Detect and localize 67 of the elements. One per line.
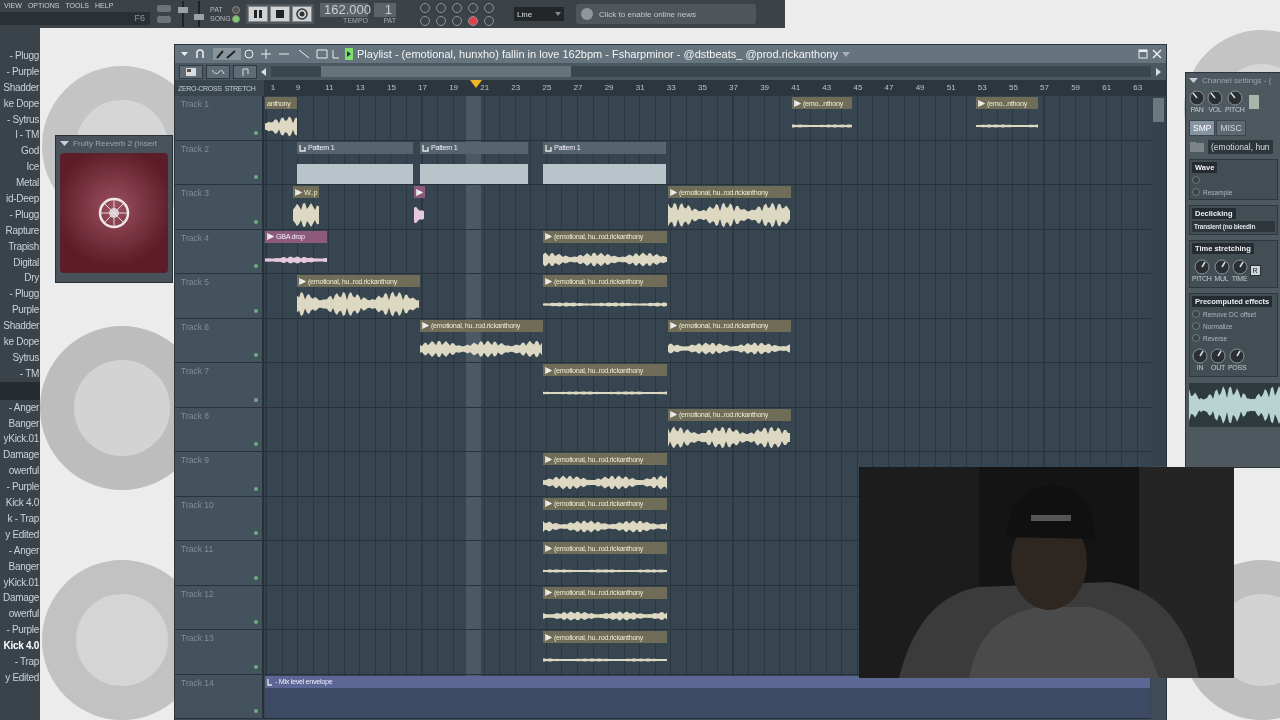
browser-item[interactable]: - Purple: [0, 622, 40, 639]
stop-button[interactable]: [270, 6, 290, 22]
browser-item[interactable]: Kick 4.0: [0, 638, 40, 654]
browser-item[interactable]: ke Dope: [0, 95, 40, 112]
browser-item[interactable]: l - TM: [0, 127, 40, 144]
browser-item[interactable]: Metal: [0, 175, 40, 191]
browser-item[interactable]: yKick.01: [0, 431, 40, 448]
browser-item[interactable]: - Plugg: [0, 286, 40, 303]
browser-item[interactable]: Shadder: [0, 318, 40, 335]
toggle-button[interactable]: [452, 2, 462, 13]
hint-field: F6: [0, 12, 150, 25]
news-text: Click to enable online news: [599, 9, 696, 19]
mode-radio[interactable]: [232, 14, 240, 23]
record-button[interactable]: [292, 6, 312, 22]
browser-item[interactable]: owerful: [0, 463, 40, 480]
browser-item[interactable]: - Purple: [0, 479, 40, 496]
pattern-display[interactable]: 1: [374, 3, 396, 17]
browser-item[interactable]: God: [0, 143, 40, 160]
toggle-button[interactable]: [468, 15, 478, 26]
toggle-button[interactable]: [484, 15, 494, 26]
browser-item[interactable]: - Plugg: [0, 206, 40, 223]
browser-item[interactable]: - Purple: [0, 63, 40, 80]
browser-item[interactable]: Rapture: [0, 222, 40, 239]
browser-item[interactable]: Dry: [0, 270, 40, 287]
browser-item[interactable]: Shadder: [0, 79, 40, 96]
stop-icon: [275, 9, 285, 19]
slider-thumb[interactable]: [194, 14, 204, 20]
caret-icon: [555, 12, 561, 16]
record-icon: [296, 8, 308, 20]
browser-item[interactable]: - Trap: [0, 653, 40, 670]
browser-item[interactable]: id-Deep: [0, 191, 40, 207]
snap-dropdown[interactable]: Line: [514, 7, 564, 21]
browser-item[interactable]: ke Dope: [0, 334, 40, 350]
toggle-button[interactable]: [420, 15, 430, 26]
browser-item[interactable]: Sytrus: [0, 349, 40, 366]
slider-thumb[interactable]: [178, 7, 188, 13]
browser-item[interactable]: Digital: [0, 254, 40, 271]
browser-item[interactable]: Trapish: [0, 238, 40, 255]
browser-item[interactable]: Damage: [0, 447, 40, 464]
toggle-button[interactable]: [452, 15, 462, 26]
browser-item[interactable]: y Edited: [0, 526, 40, 543]
pause-icon: [253, 9, 263, 19]
news-icon: [581, 8, 593, 20]
browser-item[interactable]: Kick 4.0: [0, 495, 40, 511]
browser-item[interactable]: - Plugg: [0, 48, 40, 64]
browser-item[interactable]: y Edited: [0, 669, 40, 686]
mode-radio[interactable]: [232, 5, 240, 14]
browser-item[interactable]: k - Trap: [0, 510, 40, 527]
browser-item[interactable]: Ice: [0, 159, 40, 176]
browser-item[interactable]: Purple: [0, 302, 40, 319]
browser-item[interactable]: owerful: [0, 606, 40, 623]
browser-item[interactable]: - Sytrus: [0, 111, 40, 128]
pause-button[interactable]: [248, 6, 268, 22]
toggle-button[interactable]: [484, 2, 494, 13]
toggle-button[interactable]: [468, 2, 478, 13]
browser-item[interactable]: - Anger: [0, 399, 40, 416]
browser-item[interactable]: Banger: [0, 558, 40, 575]
browser-item[interactable]: - Anger: [0, 542, 40, 559]
toggle-button[interactable]: [420, 2, 430, 13]
toggle-button[interactable]: [436, 2, 446, 13]
monitor-icon[interactable]: [156, 3, 172, 25]
news-panel[interactable]: Click to enable online news: [576, 4, 756, 24]
browser-item[interactable]: yKick.01: [0, 574, 40, 591]
browser-item[interactable]: Damage: [0, 590, 40, 607]
toggle-button[interactable]: [436, 15, 446, 26]
browser-item[interactable]: - TM: [0, 365, 40, 382]
browser-item[interactable]: Banger: [0, 415, 40, 432]
